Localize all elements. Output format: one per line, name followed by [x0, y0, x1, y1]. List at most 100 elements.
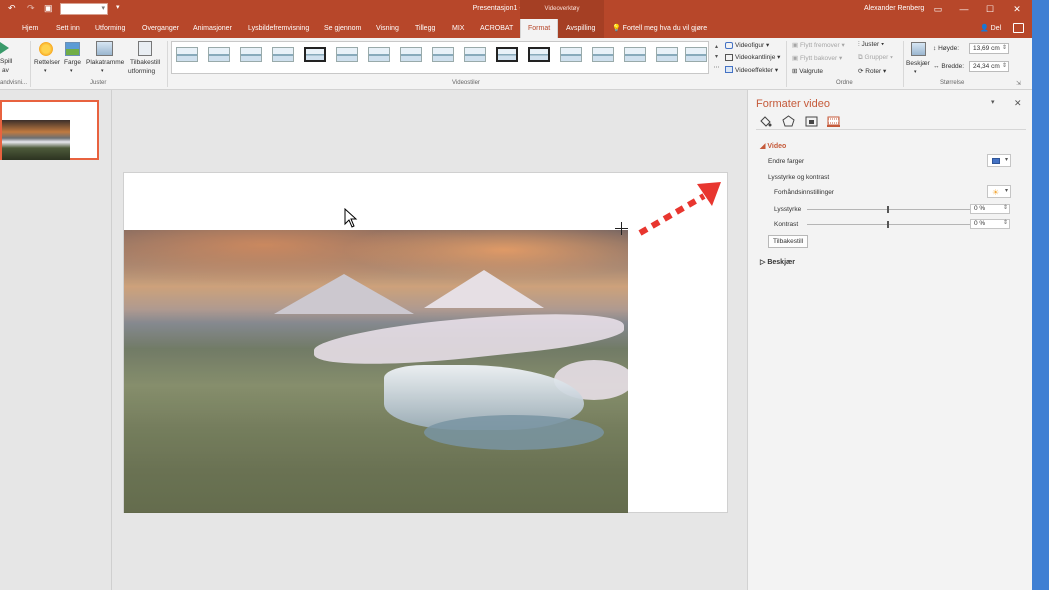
tab-slideshow[interactable]: Lysbildefremvisning — [248, 19, 309, 38]
contrast-input[interactable]: 0 % — [970, 219, 1010, 229]
corrections-icon[interactable] — [39, 42, 53, 56]
presets-picker[interactable]: ☀ — [987, 185, 1011, 198]
video-style-thumb[interactable] — [685, 47, 707, 62]
crop-label[interactable]: Beskjær — [906, 60, 930, 67]
minimize-icon[interactable]: — — [951, 0, 977, 19]
poster-frame-label[interactable]: Plakatramme — [86, 59, 124, 66]
chevron-down-icon[interactable]: ▾ — [70, 68, 73, 74]
video-shape-icon[interactable] — [725, 42, 733, 49]
brightness-slider-knob[interactable] — [887, 206, 889, 213]
corrections-label[interactable]: Rettelser — [34, 59, 60, 66]
chevron-down-icon[interactable]: ▾ — [101, 68, 104, 74]
video-style-thumb[interactable] — [624, 47, 646, 62]
width-input[interactable]: 24,34 cm — [969, 61, 1009, 72]
tab-mix[interactable]: MIX — [452, 19, 464, 38]
play-label-2[interactable]: av — [2, 67, 9, 74]
share-button[interactable]: 👤 Del — [980, 19, 1001, 38]
slide-thumbnail[interactable] — [0, 100, 99, 160]
height-input[interactable]: 13,69 cm — [969, 43, 1009, 54]
video-effects-label[interactable]: Videoeffekter ▾ — [735, 66, 778, 74]
tab-format[interactable]: Format — [520, 19, 559, 38]
video-style-thumb[interactable] — [432, 47, 454, 62]
reset-button[interactable]: Tilbakestill — [768, 235, 809, 248]
comment-icon[interactable] — [1013, 23, 1024, 33]
video-section-header[interactable]: ◢ Video — [760, 142, 786, 150]
align-button[interactable]: ⫶ Juster ▾ — [858, 41, 884, 49]
video-style-thumb[interactable] — [272, 47, 294, 62]
video-object[interactable] — [124, 230, 628, 513]
send-backward-button[interactable]: ▣ Flytt bakover ▾ — [792, 54, 842, 62]
poster-frame-icon[interactable] — [96, 41, 113, 56]
brightness-slider[interactable] — [807, 206, 970, 213]
video-style-thumb[interactable] — [560, 47, 582, 62]
reset-design-label-1[interactable]: Tilbakestill — [130, 59, 160, 66]
video-style-thumb[interactable] — [592, 47, 614, 62]
chevron-down-icon[interactable]: ▾ — [914, 69, 917, 75]
pane-options-icon[interactable]: ▾ — [991, 98, 995, 106]
color-label[interactable]: Farge — [64, 59, 81, 66]
ribbon-display-options-icon[interactable]: ▭ — [925, 0, 951, 19]
pane-close-icon[interactable]: ✕ — [1014, 98, 1022, 109]
crop-section-header[interactable]: ▷ Beskjær — [760, 258, 795, 266]
video-icon[interactable] — [827, 115, 840, 127]
close-icon[interactable]: ✕ — [1004, 0, 1030, 19]
video-style-thumb[interactable] — [528, 47, 550, 62]
rotate-button[interactable]: ⟳ Roter ▾ — [858, 67, 886, 75]
video-border-text: Videokantlinje — [735, 54, 776, 61]
fill-line-icon[interactable] — [759, 115, 772, 127]
group-button[interactable]: ⧉ Grupper ▾ — [858, 54, 893, 62]
gallery-up-icon[interactable]: ▴ — [712, 42, 721, 52]
video-style-thumb[interactable] — [496, 47, 518, 62]
brightness-input[interactable]: 0 % — [970, 204, 1010, 214]
video-style-thumb[interactable] — [336, 47, 358, 62]
contrast-slider[interactable] — [807, 221, 970, 228]
bring-forward-text: Flytt fremover — [799, 42, 840, 49]
tab-transitions[interactable]: Overganger — [142, 19, 179, 38]
tab-design[interactable]: Utforming — [95, 19, 125, 38]
selection-pane-button[interactable]: ⊞ Valgrute — [792, 67, 823, 75]
video-style-thumb[interactable] — [656, 47, 678, 62]
tab-acrobat[interactable]: ACROBAT — [480, 19, 513, 38]
customize-qat-icon[interactable]: ▾ — [116, 3, 120, 11]
size-dialog-launcher-icon[interactable]: ⇲ — [1016, 80, 1021, 87]
undo-icon[interactable]: ↶ — [8, 3, 16, 14]
crop-icon[interactable] — [911, 42, 926, 56]
tab-home[interactable]: Hjem — [22, 19, 38, 38]
video-effects-icon[interactable] — [725, 66, 733, 73]
tab-insert[interactable]: Sett inn — [56, 19, 80, 38]
video-style-thumb[interactable] — [400, 47, 422, 62]
color-icon[interactable] — [65, 42, 80, 56]
play-icon[interactable] — [0, 42, 9, 54]
contrast-slider-knob[interactable] — [887, 221, 889, 228]
video-style-thumb[interactable] — [464, 47, 486, 62]
video-style-thumb[interactable] — [368, 47, 390, 62]
gallery-more-icon[interactable]: ⋯ — [712, 63, 721, 73]
play-label-1[interactable]: Spill — [0, 58, 12, 65]
recolor-picker[interactable] — [987, 154, 1011, 167]
video-style-thumb[interactable] — [304, 47, 326, 62]
video-style-thumb[interactable] — [240, 47, 262, 62]
start-from-beginning-icon[interactable]: ▣ — [44, 3, 53, 14]
tab-animations[interactable]: Animasjoner — [193, 19, 232, 38]
maximize-icon[interactable]: ☐ — [977, 0, 1003, 19]
tab-playback[interactable]: Avspilling — [566, 19, 595, 38]
quick-access-combo[interactable] — [60, 3, 108, 15]
redo-icon[interactable]: ↷ — [27, 3, 35, 14]
video-border-label[interactable]: Videokantlinje ▾ — [735, 53, 780, 61]
reset-design-label-2[interactable]: utforming — [128, 68, 155, 75]
user-name[interactable]: Alexander Renberg — [864, 5, 924, 12]
video-style-thumb[interactable] — [176, 47, 198, 62]
video-shape-label[interactable]: Videofigur ▾ — [735, 41, 769, 49]
gallery-down-icon[interactable]: ▾ — [712, 52, 721, 62]
effects-icon[interactable] — [782, 115, 795, 127]
tab-addins[interactable]: Tillegg — [415, 19, 435, 38]
tab-review[interactable]: Se gjennom — [324, 19, 361, 38]
size-properties-icon[interactable] — [805, 115, 818, 127]
reset-design-icon[interactable] — [138, 41, 152, 56]
bring-forward-button[interactable]: ▣ Flytt fremover ▾ — [792, 41, 845, 49]
tell-me-box[interactable]: 💡 Fortell meg hva du vil gjøre — [612, 19, 707, 38]
chevron-down-icon[interactable]: ▾ — [44, 68, 47, 74]
video-border-icon[interactable] — [725, 54, 733, 61]
video-style-thumb[interactable] — [208, 47, 230, 62]
tab-view[interactable]: Visning — [376, 19, 399, 38]
